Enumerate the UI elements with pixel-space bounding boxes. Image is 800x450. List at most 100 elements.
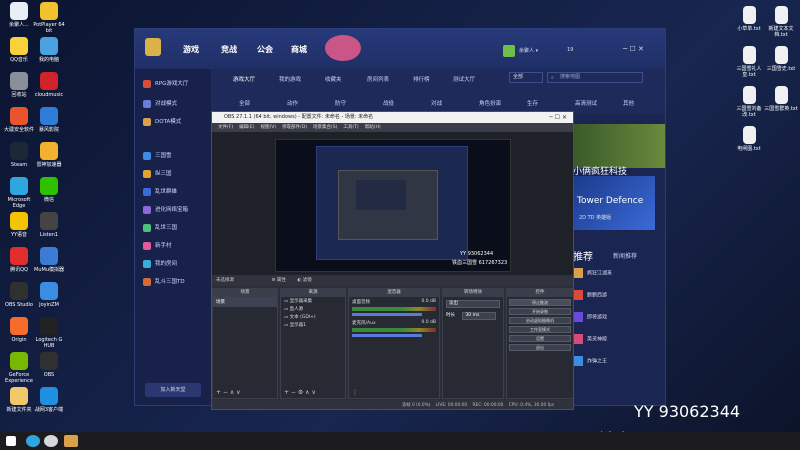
desktop-icon[interactable]: 我的电脑 bbox=[32, 37, 66, 63]
desktop-icon[interactable]: cloudmusic bbox=[32, 72, 66, 98]
category-item[interactable]: 动作 bbox=[287, 99, 298, 107]
desktop-icon[interactable]: 大疆安全软件 bbox=[2, 107, 36, 133]
obs-menu-item[interactable]: 场景集合(S) bbox=[313, 125, 337, 130]
volume-slider[interactable] bbox=[352, 313, 422, 316]
nav-games[interactable]: 游戏 bbox=[183, 44, 199, 55]
desktop-icon[interactable]: 战网3客户端 bbox=[32, 387, 66, 413]
edge-icon[interactable] bbox=[26, 435, 40, 447]
desktop-icon[interactable]: GeForce Experience bbox=[2, 352, 36, 384]
sidebar-item[interactable]: 我的房间 bbox=[143, 259, 177, 268]
desktop-icon[interactable]: 回收站 bbox=[2, 72, 36, 98]
sidebar-item[interactable]: 进化网络宝箱 bbox=[143, 205, 188, 214]
filters-button[interactable]: 滤镜 bbox=[303, 278, 312, 283]
desktop-icon[interactable]: OBS bbox=[32, 352, 66, 378]
notify-count[interactable]: 19 bbox=[567, 47, 573, 53]
control-button[interactable]: 停止推流 bbox=[509, 299, 571, 306]
obs-preview[interactable]: YY 93062344 铁血三国雪 617267323 bbox=[275, 139, 511, 272]
desktop-icon[interactable]: JoyinZM bbox=[32, 282, 66, 308]
desktop-icon[interactable]: Listen1 bbox=[32, 212, 66, 238]
desktop-icon[interactable]: 小草单.txt bbox=[732, 6, 766, 32]
desktop-icon[interactable]: Steam bbox=[2, 142, 36, 168]
category-item[interactable]: 角色扮演 bbox=[479, 99, 501, 107]
sidebar-item[interactable]: 对战模式 bbox=[143, 99, 177, 108]
tab-lobby[interactable]: 游戏大厅 bbox=[233, 75, 255, 83]
volume-slider[interactable] bbox=[352, 334, 422, 337]
control-button[interactable]: 退出 bbox=[509, 344, 571, 351]
desktop-icon[interactable]: 电闸图.txt bbox=[732, 126, 766, 152]
desktop-icon[interactable]: 微信 bbox=[32, 177, 66, 203]
category-item[interactable]: 全部 bbox=[239, 99, 250, 107]
desktop-icon[interactable]: QQ音乐 bbox=[2, 37, 36, 63]
desktop-icon[interactable]: 三国雪刘备改.txt bbox=[732, 86, 766, 118]
tab-my-games[interactable]: 我的游戏 bbox=[279, 75, 301, 83]
tab-favorites[interactable]: 收藏夹 bbox=[325, 75, 342, 83]
desktop-icon[interactable]: 暴风影院 bbox=[32, 107, 66, 133]
recommend-item[interactable]: 英灵神殿 bbox=[573, 334, 607, 344]
nav-compete[interactable]: 竞战 bbox=[221, 44, 237, 55]
sidebar-item[interactable]: 乱世群雄 bbox=[143, 187, 177, 196]
recommend-more[interactable]: 新闻推荐 bbox=[613, 251, 637, 260]
scene-item[interactable]: 场景 bbox=[213, 297, 277, 307]
scenes-controls[interactable]: + − ∧ ∨ bbox=[216, 389, 241, 396]
properties-icon[interactable]: ⚙ bbox=[271, 278, 275, 283]
tab-rooms[interactable]: 房间列表 bbox=[367, 75, 389, 83]
obs-window[interactable]: OBS 27.1.1 (64 bit, windows) - 配置文件: 未命名… bbox=[211, 111, 574, 410]
join-button[interactable]: 加入新天堂 bbox=[145, 383, 201, 397]
obs-menu-item[interactable]: 文件(F) bbox=[218, 125, 233, 130]
category-item[interactable]: 对战 bbox=[431, 99, 442, 107]
control-button[interactable]: 设置 bbox=[509, 335, 571, 342]
tab-test[interactable]: 测试大厅 bbox=[453, 75, 475, 83]
recommend-item[interactable]: 鹏鹏西游 bbox=[573, 290, 607, 300]
sidebar-item[interactable]: 乱世三国 bbox=[143, 223, 177, 232]
desktop-icon[interactable]: 三国雪礼人皇.txt bbox=[732, 46, 766, 78]
source-item[interactable]: ▭ 直人源 bbox=[281, 305, 345, 313]
recommend-item[interactable]: 即将游戏 bbox=[573, 312, 607, 322]
folder-icon[interactable] bbox=[64, 435, 78, 447]
source-item[interactable]: ▭ 文本 (GDI+) bbox=[281, 313, 345, 321]
desktop-icon[interactable]: 腾讯QQ bbox=[2, 247, 36, 273]
desktop-icon[interactable]: MuMu模拟器 bbox=[32, 247, 66, 273]
banner-image-1[interactable] bbox=[573, 124, 665, 168]
start-icon[interactable] bbox=[6, 436, 16, 446]
mixer-controls[interactable]: ⋮ bbox=[352, 389, 358, 396]
desktop-icon[interactable]: 三国雪群英.txt bbox=[764, 86, 798, 112]
desktop-icon[interactable]: Microsoft Edge bbox=[2, 177, 36, 209]
desktop-icon[interactable]: PotPlayer 64 bit bbox=[32, 2, 66, 34]
sidebar-item[interactable]: DOTA模式 bbox=[143, 117, 181, 126]
desktop-icon[interactable]: 新建文件夹 bbox=[2, 387, 36, 413]
desktop-icon[interactable]: Logitech G HUB bbox=[32, 317, 66, 349]
window-controls[interactable]: ─ ☐ ✕ bbox=[623, 45, 644, 53]
nav-shop[interactable]: 商城 bbox=[291, 44, 307, 55]
desktop-icon[interactable]: 三国雪史.txt bbox=[764, 46, 798, 72]
recommend-item[interactable]: 炸弹之王 bbox=[573, 356, 607, 366]
filters-icon[interactable]: ◐ bbox=[297, 278, 301, 283]
properties-button[interactable]: 属性 bbox=[277, 278, 286, 283]
category-item[interactable]: 防守 bbox=[335, 99, 346, 107]
tab-ranking[interactable]: 排行榜 bbox=[413, 75, 430, 83]
sidebar-item[interactable]: 三国雪 bbox=[143, 151, 172, 160]
obs-window-controls[interactable]: ─ ☐ ✕ bbox=[549, 112, 567, 123]
category-item[interactable]: 战役 bbox=[383, 99, 394, 107]
user-name[interactable]: 余聚人 ▾ bbox=[519, 47, 538, 54]
game-platform-icon[interactable] bbox=[44, 435, 58, 447]
sidebar-item[interactable]: 新手村 bbox=[143, 241, 172, 250]
desktop-icon[interactable]: YY语音 bbox=[2, 212, 36, 238]
desktop-icon[interactable]: 雷神加速器 bbox=[32, 142, 66, 168]
desktop-icon[interactable]: 余聚人... bbox=[2, 2, 36, 28]
desktop-icon[interactable]: Origin bbox=[2, 317, 36, 343]
search-input[interactable]: 搜索地图 bbox=[547, 72, 643, 83]
duration-input[interactable]: 30 ms bbox=[462, 312, 497, 320]
control-button[interactable]: 启动虚拟摄像机 bbox=[509, 317, 571, 324]
avatar[interactable] bbox=[503, 45, 515, 57]
recommend-item[interactable]: 疯狂江湖来 bbox=[573, 268, 612, 278]
obs-menu-item[interactable]: 编辑(E) bbox=[239, 125, 254, 130]
source-item[interactable]: ▭ 显示器采集 bbox=[281, 297, 345, 305]
obs-menu-item[interactable]: 工具(T) bbox=[343, 125, 358, 130]
obs-menu-item[interactable]: 视图(V) bbox=[260, 125, 276, 130]
obs-menu-item[interactable]: 帮助(H) bbox=[365, 125, 381, 130]
category-select[interactable]: 全部 bbox=[509, 72, 543, 83]
transition-select[interactable]: 淡出 bbox=[446, 300, 500, 308]
category-item[interactable]: 其他 bbox=[623, 99, 634, 107]
category-item[interactable]: 高清测试 bbox=[575, 99, 597, 107]
source-item[interactable]: ▭ 显示器1 bbox=[281, 321, 345, 329]
